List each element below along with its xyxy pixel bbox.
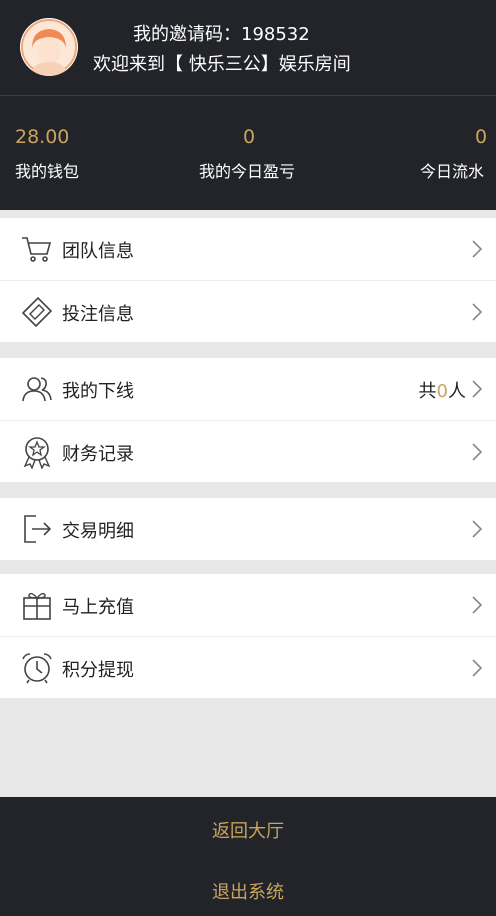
exit-icon xyxy=(24,515,52,543)
daily-turnover-label: 今日流水 xyxy=(420,162,485,181)
profile-header: 我的邀请码：198532 欢迎来到【 快乐三公】娱乐房间 xyxy=(0,0,496,96)
divider xyxy=(0,342,496,358)
downline-count: 共0人 xyxy=(418,381,466,402)
welcome-text: 欢迎来到【 快乐三公】娱乐房间 xyxy=(93,54,351,75)
menu-item-team[interactable]: 团队信息 xyxy=(0,218,496,280)
menu-item-withdraw[interactable]: 积分提现 xyxy=(0,636,496,698)
menu-group-1: 团队信息 投注信息 xyxy=(0,218,496,342)
chevron-right-icon xyxy=(472,443,482,461)
gift-icon xyxy=(23,592,51,620)
footer-bar: 返回大厅 退出系统 xyxy=(0,797,496,916)
wallet-value: 28.00 xyxy=(15,126,70,148)
back-to-lobby-button[interactable]: 返回大厅 xyxy=(0,817,496,843)
invite-code: 我的邀请码：198532 xyxy=(133,24,310,45)
menu-item-bets[interactable]: 投注信息 xyxy=(0,280,496,342)
menu-item-finance[interactable]: 财务记录 xyxy=(0,420,496,482)
menu-item-transactions[interactable]: 交易明细 xyxy=(0,498,496,560)
downline-count-value: 0 xyxy=(436,381,448,402)
cart-icon xyxy=(22,237,52,262)
stats-panel: 28.00 我的钱包 0 我的今日盈亏 0 今日流水 xyxy=(0,96,496,210)
menu-group-3: 交易明细 xyxy=(0,498,496,560)
users-icon xyxy=(22,377,52,402)
chevron-right-icon xyxy=(472,380,482,398)
chevron-right-icon xyxy=(472,240,482,258)
menu-item-recharge[interactable]: 马上充值 xyxy=(0,574,496,636)
chevron-right-icon xyxy=(472,596,482,614)
alarm-clock-icon xyxy=(22,653,52,684)
menu-item-label: 团队信息 xyxy=(62,241,134,262)
chevron-right-icon xyxy=(472,520,482,538)
menu-group-2: 我的下线 共0人 财务记录 xyxy=(0,358,496,482)
avatar-icon xyxy=(21,19,77,76)
chevron-right-icon xyxy=(472,659,482,677)
menu-group-4: 马上充值 积分提现 xyxy=(0,574,496,698)
divider xyxy=(0,210,496,218)
logout-button[interactable]: 退出系统 xyxy=(0,878,496,904)
daily-turnover-value: 0 xyxy=(475,126,488,148)
daily-profit-value: 0 xyxy=(243,126,256,148)
daily-profit-label: 我的今日盈亏 xyxy=(199,162,296,181)
menu-item-label: 财务记录 xyxy=(62,444,134,465)
avatar[interactable] xyxy=(20,18,78,76)
wallet-label: 我的钱包 xyxy=(15,162,80,181)
menu-item-label: 交易明细 xyxy=(62,521,134,542)
divider xyxy=(0,560,496,574)
menu-item-label: 我的下线 xyxy=(62,381,134,402)
ticket-icon xyxy=(21,296,53,328)
menu-item-label: 积分提现 xyxy=(62,660,134,681)
award-badge-icon xyxy=(23,437,51,469)
menu-item-label: 马上充值 xyxy=(62,597,134,618)
divider xyxy=(0,482,496,498)
menu-item-label: 投注信息 xyxy=(62,304,134,325)
menu-item-downline[interactable]: 我的下线 共0人 xyxy=(0,358,496,420)
chevron-right-icon xyxy=(472,303,482,321)
